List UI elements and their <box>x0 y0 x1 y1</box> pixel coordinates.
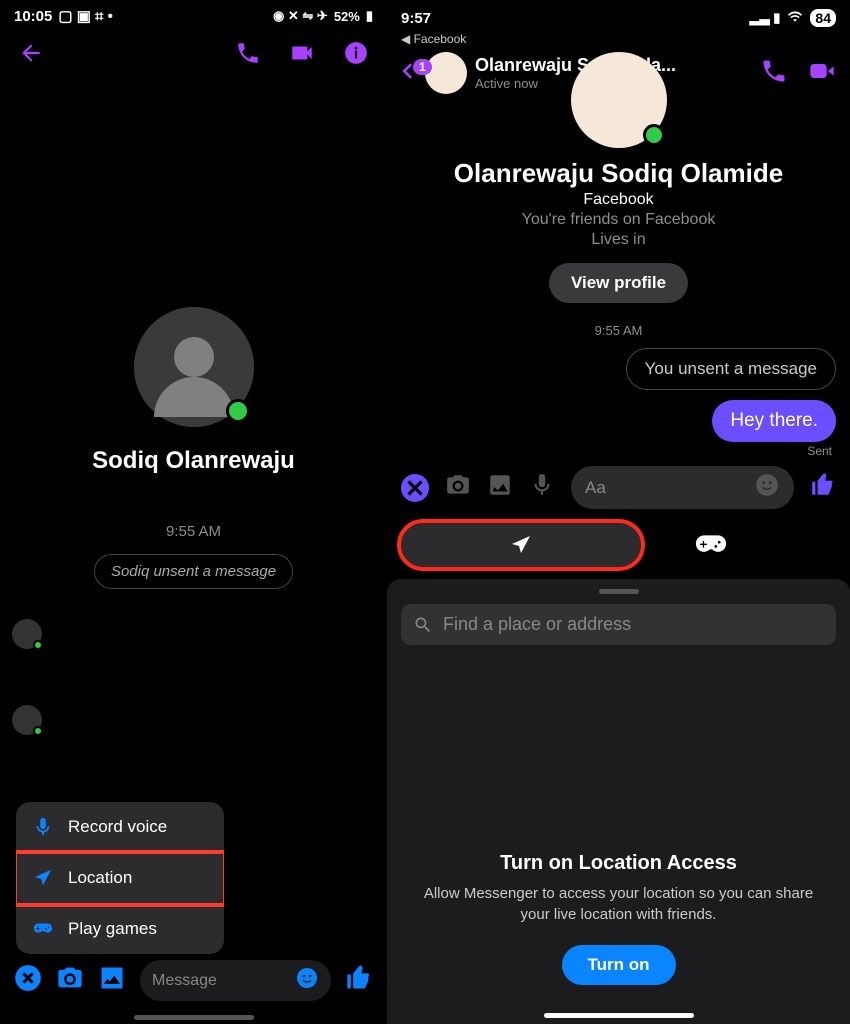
ios-screenshot: 9:57 ▂▃ ▮ 84 ◀ Facebook 1 Olanrewaju Sod… <box>387 0 850 1024</box>
back-button[interactable]: 1 <box>399 57 417 90</box>
android-screenshot: 10:05 ▢ ▣ ⌗ • ◉ ✕ ⇋ ✈ 52% ▮ <box>0 0 387 1024</box>
emoji-icon[interactable] <box>754 472 780 503</box>
input-bar: Aa <box>387 458 850 517</box>
image-icon[interactable] <box>98 964 126 997</box>
profile-name: Olanrewaju Sodiq Olamide <box>401 158 836 189</box>
info-icon[interactable] <box>343 40 369 71</box>
status-bar: 9:57 ▂▃ ▮ 84 <box>387 0 850 32</box>
profile-friends: You're friends on Facebook <box>401 211 836 229</box>
avatar-small <box>12 705 42 735</box>
signal-icon: ▂▃ ▮ <box>750 10 781 26</box>
search-field[interactable]: Find a place or address <box>401 604 836 645</box>
thumbs-up-icon[interactable] <box>345 964 373 997</box>
avatar-small <box>12 619 42 649</box>
status-right: ◉ ✕ ⇋ ✈ 52% ▮ <box>273 8 373 24</box>
profile-lives: Lives in <box>401 231 836 249</box>
camera-icon[interactable] <box>56 964 84 997</box>
avatar-large <box>134 307 254 427</box>
message-input[interactable]: Message <box>140 960 331 1001</box>
mic-icon[interactable] <box>529 472 555 503</box>
contact-name: Sodiq Olanrewaju <box>0 447 387 475</box>
wifi-icon <box>786 10 804 27</box>
active-dot <box>226 399 250 423</box>
video-icon[interactable] <box>806 57 838 90</box>
call-icon[interactable] <box>235 40 261 71</box>
location-description: Allow Messenger to access your location … <box>421 883 816 925</box>
menu-location[interactable]: Location <box>16 853 224 904</box>
profile-platform: Facebook <box>401 191 836 209</box>
status-icons: ▢ ▣ ⌗ • <box>58 7 113 25</box>
breadcrumb[interactable]: ◀ Facebook <box>387 32 850 48</box>
chat-header <box>0 32 387 77</box>
turn-on-button[interactable]: Turn on <box>562 945 676 985</box>
thumbs-up-icon[interactable] <box>810 472 836 503</box>
search-placeholder: Find a place or address <box>443 614 631 635</box>
close-icon[interactable] <box>14 964 42 997</box>
video-icon[interactable] <box>287 40 317 71</box>
extension-tabs <box>387 517 850 573</box>
games-tab[interactable] <box>681 534 741 556</box>
input-placeholder: Aa <box>585 478 606 498</box>
chat-body: Olanrewaju Sodiq Olamide Facebook You're… <box>387 98 850 458</box>
status-bar: 10:05 ▢ ▣ ⌗ • ◉ ✕ ⇋ ✈ 52% ▮ <box>0 0 387 32</box>
unsent-message: Sodiq unsent a message <box>94 554 293 589</box>
message-input[interactable]: Aa <box>571 466 794 509</box>
location-title: Turn on Location Access <box>421 852 816 875</box>
view-profile-button[interactable]: View profile <box>549 263 688 303</box>
image-icon[interactable] <box>487 472 513 503</box>
back-arrow-icon[interactable] <box>18 40 44 71</box>
sheet-handle[interactable] <box>599 589 639 594</box>
home-indicator <box>134 1015 254 1020</box>
profile-avatar <box>571 52 667 148</box>
emoji-icon[interactable] <box>295 966 319 995</box>
location-sheet: Find a place or address Turn on Location… <box>387 579 850 1024</box>
location-tab[interactable] <box>401 523 641 567</box>
attachment-menu: Record voice Location Play games <box>16 802 224 954</box>
outgoing-message: Hey there. <box>712 400 836 442</box>
timestamp: 9:55 AM <box>401 323 836 338</box>
input-placeholder: Message <box>152 972 217 990</box>
call-icon[interactable] <box>760 57 788 90</box>
status-time: 10:05 <box>14 8 52 25</box>
sent-label: Sent <box>401 444 836 458</box>
battery-pct: 52% <box>334 9 360 24</box>
menu-record-voice[interactable]: Record voice <box>16 802 224 853</box>
menu-label: Location <box>68 868 132 888</box>
camera-icon[interactable] <box>445 472 471 503</box>
active-dot <box>643 124 665 146</box>
home-indicator <box>544 1013 694 1018</box>
status-time: 9:57 <box>401 10 431 27</box>
menu-label: Play games <box>68 919 157 939</box>
menu-label: Record voice <box>68 817 167 837</box>
timestamp: 9:55 AM <box>0 523 387 540</box>
close-icon[interactable] <box>401 474 429 502</box>
unread-badge: 1 <box>413 59 432 75</box>
system-message: You unsent a message <box>626 348 836 390</box>
input-bar: Message <box>0 952 387 1009</box>
avatar-small[interactable] <box>425 52 467 94</box>
menu-play-games[interactable]: Play games <box>16 904 224 954</box>
battery-pct: 84 <box>810 9 836 27</box>
